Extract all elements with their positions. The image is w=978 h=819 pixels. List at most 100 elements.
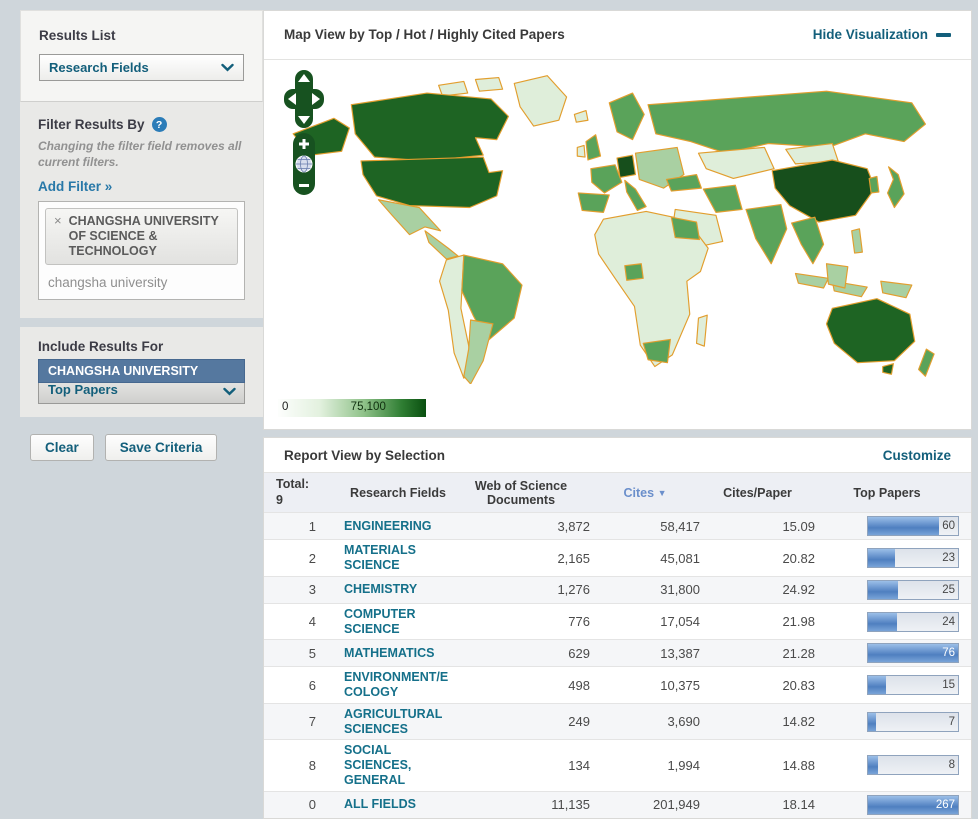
add-filter-link[interactable]: Add Filter » bbox=[38, 179, 112, 194]
table-row: 0 ALL FIELDS 11,135 201,949 18.14 267 bbox=[264, 791, 971, 818]
column-header-cites-sorted[interactable]: Cites ▼ bbox=[590, 486, 700, 500]
total-count: Total: 9 bbox=[276, 477, 322, 508]
table-row: 7 AGRICULTURAL SCIENCES 249 3,690 14.82 … bbox=[264, 703, 971, 740]
top-papers-bar-fill bbox=[868, 613, 897, 631]
cites-cell: 201,949 bbox=[590, 797, 700, 812]
pan-icon[interactable] bbox=[283, 70, 325, 128]
column-header-top-papers[interactable]: Top Papers bbox=[815, 486, 959, 500]
top-papers-bar-fill bbox=[868, 517, 939, 535]
rank-cell: 4 bbox=[276, 614, 322, 629]
remove-icon[interactable]: × bbox=[54, 214, 62, 228]
column-header-research-fields[interactable]: Research Fields bbox=[322, 486, 452, 500]
top-papers-value: 15 bbox=[942, 679, 955, 691]
research-field-link[interactable]: SOCIAL SCIENCES, GENERAL bbox=[344, 743, 452, 787]
table-row: 2 MATERIALS SCIENCE 2,165 45,081 20.82 2… bbox=[264, 539, 971, 576]
top-papers-select[interactable]: Top Papers bbox=[38, 383, 245, 404]
hide-visualization-label: Hide Visualization bbox=[813, 27, 928, 42]
page: Results List Research Fields Filter Resu… bbox=[0, 0, 978, 809]
cites-per-paper-cell: 14.82 bbox=[700, 714, 815, 729]
cites-per-paper-cell: 14.88 bbox=[700, 758, 815, 773]
save-criteria-button[interactable]: Save Criteria bbox=[105, 434, 218, 461]
results-list-select[interactable]: Research Fields bbox=[39, 54, 244, 81]
rank-cell: 1 bbox=[276, 519, 322, 534]
cites-per-paper-cell: 15.09 bbox=[700, 519, 815, 534]
clear-button[interactable]: Clear bbox=[30, 434, 94, 461]
top-papers-bar-fill bbox=[868, 713, 876, 731]
chevron-down-icon bbox=[221, 63, 234, 72]
sidebar: Results List Research Fields Filter Resu… bbox=[20, 10, 263, 461]
results-list-section: Results List Research Fields bbox=[20, 10, 263, 102]
rank-cell: 7 bbox=[276, 714, 322, 729]
top-papers-select-value: Top Papers bbox=[39, 383, 244, 403]
cites-per-paper-cell: 20.82 bbox=[700, 551, 815, 566]
sort-desc-icon: ▼ bbox=[658, 488, 667, 498]
cites-cell: 31,800 bbox=[590, 582, 700, 597]
hide-visualization-link[interactable]: Hide Visualization bbox=[813, 27, 951, 42]
map-panel: Map View by Top / Hot / Highly Cited Pap… bbox=[263, 10, 972, 430]
filter-search-input[interactable]: changsha university bbox=[45, 265, 238, 299]
filter-chip-label: CHANGSHA UNIVERSITY OF SCIENCE & TECHNOL… bbox=[69, 214, 229, 258]
top-papers-value: 60 bbox=[942, 520, 955, 532]
column-header-cites-per-paper[interactable]: Cites/Paper bbox=[700, 486, 815, 500]
rank-cell: 3 bbox=[276, 582, 322, 597]
cites-cell: 13,387 bbox=[590, 646, 700, 661]
top-papers-bar: 8 bbox=[867, 755, 959, 775]
filter-note: Changing the filter field removes all cu… bbox=[38, 139, 245, 170]
rank-cell: 2 bbox=[276, 551, 322, 566]
cites-per-paper-cell: 21.28 bbox=[700, 646, 815, 661]
main-content: Map View by Top / Hot / Highly Cited Pap… bbox=[263, 10, 972, 819]
table-row: 5 MATHEMATICS 629 13,387 21.28 76 bbox=[264, 639, 971, 666]
research-field-link[interactable]: AGRICULTURAL SCIENCES bbox=[344, 707, 452, 737]
zoom-out-icon bbox=[299, 184, 309, 187]
table-row: 8 SOCIAL SCIENCES, GENERAL 134 1,994 14.… bbox=[264, 739, 971, 790]
research-field-link[interactable]: MATHEMATICS bbox=[344, 646, 452, 661]
filter-chip[interactable]: × CHANGSHA UNIVERSITY OF SCIENCE & TECHN… bbox=[45, 208, 238, 265]
wos-documents-cell: 1,276 bbox=[452, 582, 590, 597]
top-papers-value: 25 bbox=[942, 584, 955, 596]
research-field-link[interactable]: ENGINEERING bbox=[344, 519, 452, 534]
research-field-link[interactable]: MATERIALS SCIENCE bbox=[344, 543, 452, 573]
customize-link[interactable]: Customize bbox=[883, 448, 951, 463]
cites-cell: 10,375 bbox=[590, 678, 700, 693]
top-papers-bar: 60 bbox=[867, 516, 959, 536]
include-results-section: Include Results For CHANGSHA UNIVERSITY … bbox=[20, 327, 263, 417]
top-papers-value: 24 bbox=[942, 616, 955, 628]
table-row: 1 ENGINEERING 3,872 58,417 15.09 60 bbox=[264, 512, 971, 539]
dropdown-option-highlighted[interactable]: CHANGSHA UNIVERSITY bbox=[38, 359, 245, 383]
top-papers-bar-fill bbox=[868, 756, 878, 774]
map-body: 0 75,100 bbox=[264, 60, 971, 429]
world-map[interactable] bbox=[280, 64, 956, 384]
column-header-wos-documents[interactable]: Web of Science Documents bbox=[452, 479, 590, 507]
zoom-control[interactable] bbox=[293, 133, 315, 195]
cites-per-paper-cell: 18.14 bbox=[700, 797, 815, 812]
map-view-title: Map View by Top / Hot / Highly Cited Pap… bbox=[284, 27, 565, 42]
top-papers-value: 7 bbox=[949, 716, 955, 728]
top-papers-bar-fill bbox=[868, 676, 886, 694]
top-papers-value: 8 bbox=[949, 759, 955, 771]
filter-combobox[interactable]: × CHANGSHA UNIVERSITY OF SCIENCE & TECHN… bbox=[38, 201, 245, 300]
chevron-down-icon bbox=[223, 387, 236, 396]
research-field-link[interactable]: ALL FIELDS bbox=[344, 797, 452, 812]
filter-section: Filter Results By ? Changing the filter … bbox=[20, 102, 263, 318]
top-papers-bar: 7 bbox=[867, 712, 959, 732]
research-field-link[interactable]: ENVIRONMENT/ECOLOGY bbox=[344, 670, 452, 700]
table-row: 6 ENVIRONMENT/ECOLOGY 498 10,375 20.83 1… bbox=[264, 666, 971, 703]
table-header: Total: 9 Research Fields Web of Science … bbox=[264, 473, 971, 512]
research-field-link[interactable]: CHEMISTRY bbox=[344, 582, 452, 597]
help-icon[interactable]: ? bbox=[152, 117, 167, 132]
wos-documents-cell: 11,135 bbox=[452, 797, 590, 812]
cites-cell: 58,417 bbox=[590, 519, 700, 534]
cites-per-paper-cell: 20.83 bbox=[700, 678, 815, 693]
rank-cell: 5 bbox=[276, 646, 322, 661]
research-field-link[interactable]: COMPUTER SCIENCE bbox=[344, 607, 452, 637]
wos-documents-cell: 134 bbox=[452, 758, 590, 773]
top-papers-bar: 76 bbox=[867, 643, 959, 663]
legend-max-label: 75,100 bbox=[351, 401, 386, 413]
top-papers-bar-fill bbox=[868, 581, 898, 599]
cites-cell: 1,994 bbox=[590, 758, 700, 773]
table-body: 1 ENGINEERING 3,872 58,417 15.09 60 2 bbox=[264, 512, 971, 817]
filter-results-title: Filter Results By bbox=[38, 117, 145, 132]
top-papers-bar-fill bbox=[868, 549, 895, 567]
cites-per-paper-cell: 24.92 bbox=[700, 582, 815, 597]
results-list-select-value: Research Fields bbox=[49, 60, 149, 75]
